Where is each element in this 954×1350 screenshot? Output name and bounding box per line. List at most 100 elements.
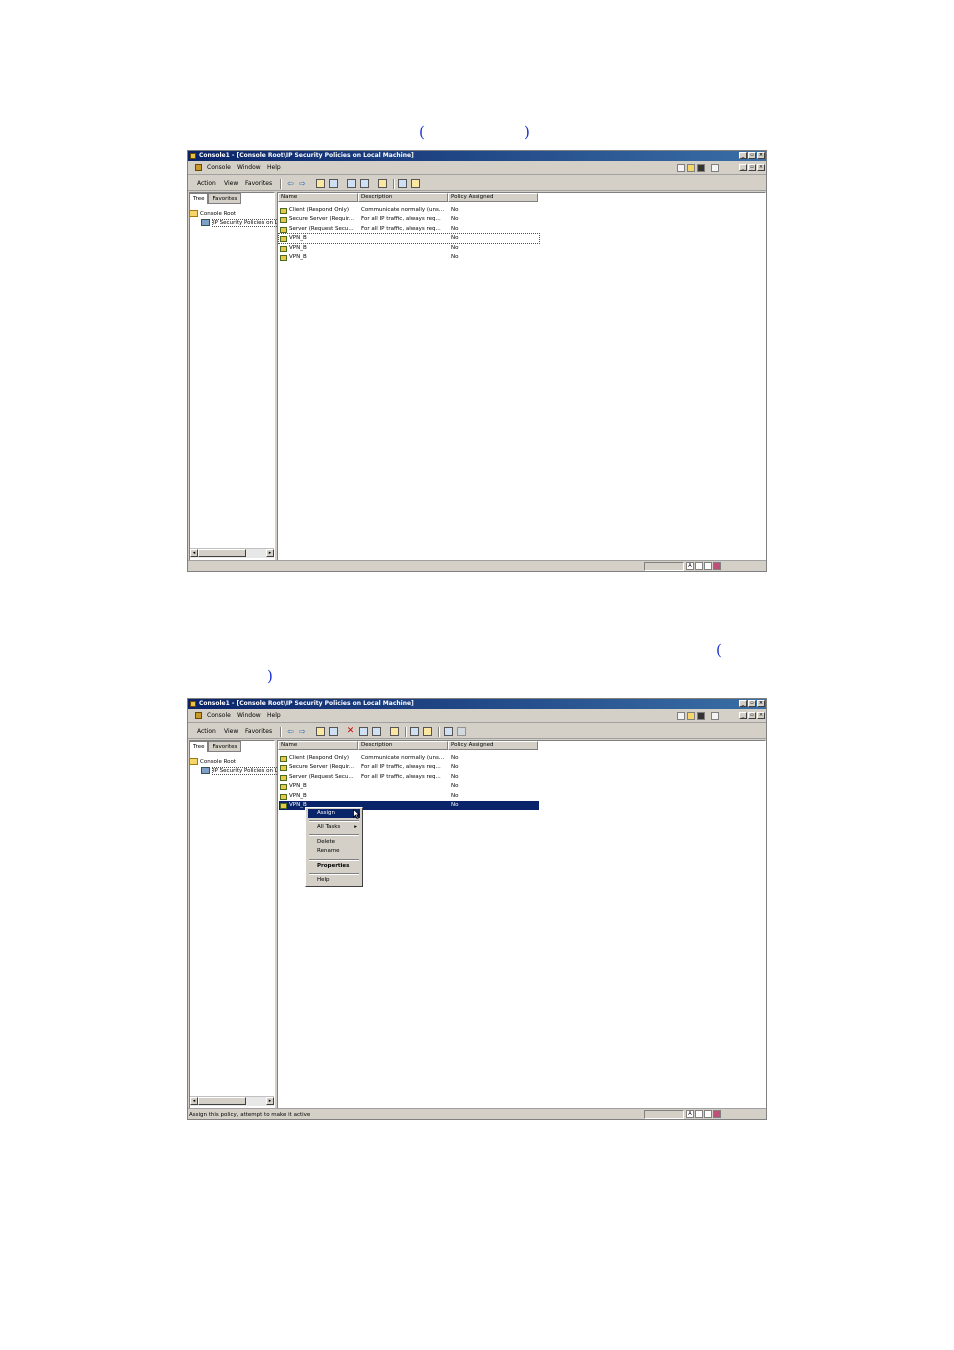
open-folder-icon[interactable] (687, 164, 695, 172)
new-icon[interactable] (677, 712, 685, 720)
tree-node-ip-security[interactable]: IP Security Policies on L (201, 219, 279, 227)
menu-console[interactable]: Console (207, 164, 231, 171)
scroll-right-button[interactable]: ▸ (266, 1097, 274, 1105)
tree-pane (189, 740, 275, 1109)
tree-node-ip-security[interactable]: IP Security Policies on L (201, 767, 279, 775)
help-book-icon[interactable] (390, 727, 399, 736)
menu-favorites[interactable]: Favorites (245, 180, 272, 187)
table-row[interactable]: VPN_B No (279, 244, 539, 253)
add-policy-icon[interactable] (423, 727, 432, 736)
tab-favorites[interactable]: Favorites (208, 193, 242, 204)
close-button[interactable]: × (757, 152, 765, 159)
ime-icon: A (686, 562, 694, 570)
export-list-icon[interactable] (360, 179, 369, 188)
menu-item-properties[interactable]: Properties (308, 862, 360, 871)
mdi-minimize-button[interactable]: _ (739, 712, 747, 719)
tab-tree[interactable]: Tree (189, 193, 209, 204)
minimize-button[interactable]: _ (739, 152, 747, 159)
scroll-thumb[interactable] (198, 1097, 246, 1105)
new-icon[interactable] (677, 164, 685, 172)
mdi-close-button[interactable]: × (757, 712, 765, 719)
menu-item-all-tasks[interactable]: All Tasks ▸ (308, 823, 360, 832)
assign-policy-icon[interactable] (444, 727, 453, 736)
column-header-name[interactable]: Name (278, 193, 358, 202)
tab-favorites[interactable]: Favorites (208, 741, 242, 752)
up-folder-icon[interactable] (316, 179, 325, 188)
menu-favorites[interactable]: Favorites (245, 728, 272, 735)
add-policy-icon[interactable] (411, 179, 420, 188)
tree-node-console-root[interactable]: Console Root (189, 210, 236, 217)
open-folder-icon[interactable] (687, 712, 695, 720)
minimize-button[interactable]: _ (739, 700, 747, 707)
table-row[interactable]: VPN_B No (279, 792, 539, 801)
action-toolbar: Action View Favorites ⇦ ⇨ ✕ (188, 725, 766, 739)
menu-help[interactable]: Help (267, 712, 281, 719)
manage-filter-icon[interactable] (398, 179, 407, 188)
mdi-maximize-button[interactable]: ▫ (748, 712, 756, 719)
properties-icon[interactable] (359, 727, 368, 736)
delete-icon[interactable]: ✕ (346, 727, 355, 736)
back-arrow-icon[interactable]: ⇦ (286, 727, 295, 736)
tree-horizontal-scrollbar[interactable]: ◂ ▸ (190, 548, 274, 558)
maximize-button[interactable]: ▫ (748, 152, 756, 159)
up-folder-icon[interactable] (316, 727, 325, 736)
menu-item-delete[interactable]: Delete (308, 838, 360, 847)
close-button[interactable]: × (757, 700, 765, 707)
menu-help[interactable]: Help (267, 164, 281, 171)
show-tree-icon[interactable] (329, 727, 338, 736)
menu-item-help[interactable]: Help (308, 876, 360, 885)
table-row[interactable]: Server (Request Secu... For all IP traffi… (279, 225, 539, 234)
table-row[interactable]: Secure Server (Requir... For all IP traff… (279, 763, 539, 772)
column-header-name[interactable]: Name (278, 741, 358, 750)
forward-arrow-icon[interactable]: ⇨ (298, 179, 307, 188)
scroll-thumb[interactable] (198, 549, 246, 557)
save-icon[interactable] (697, 712, 705, 720)
menu-console[interactable]: Console (207, 712, 231, 719)
column-header-description[interactable]: Description (358, 193, 448, 202)
console-icon (190, 701, 196, 707)
mdi-close-button[interactable]: × (757, 164, 765, 171)
scroll-left-button[interactable]: ◂ (190, 549, 198, 557)
tab-tree[interactable]: Tree (189, 741, 209, 752)
table-row[interactable]: VPN_B No (279, 782, 539, 791)
policy-icon (280, 255, 287, 261)
manage-filter-icon[interactable] (410, 727, 419, 736)
new-window-icon[interactable] (711, 164, 719, 172)
menu-view[interactable]: View (224, 728, 238, 735)
ime-icon: A (686, 1110, 694, 1118)
properties-icon[interactable] (347, 179, 356, 188)
column-header-description[interactable]: Description (358, 741, 448, 750)
menu-item-rename[interactable]: Rename (308, 847, 360, 856)
table-row[interactable]: Client (Respond Only) Communicate normall… (279, 754, 539, 763)
export-list-icon[interactable] (372, 727, 381, 736)
menu-window[interactable]: Window (237, 164, 261, 171)
mmc-window-before: Console1 - [Console Root\IP Security Pol… (187, 150, 767, 572)
menu-view[interactable]: View (224, 180, 238, 187)
forward-arrow-icon[interactable]: ⇨ (298, 727, 307, 736)
tray-icon (713, 562, 721, 570)
maximize-button[interactable]: ▫ (748, 700, 756, 707)
new-window-icon[interactable] (711, 712, 719, 720)
show-tree-icon[interactable] (329, 179, 338, 188)
tree-node-console-root[interactable]: Console Root (189, 758, 236, 765)
table-row[interactable]: Client (Respond Only) Communicate normall… (279, 206, 539, 215)
unassign-policy-icon[interactable] (457, 727, 466, 736)
menu-window[interactable]: Window (237, 712, 261, 719)
menu-action[interactable]: Action (197, 180, 216, 187)
back-arrow-icon[interactable]: ⇦ (286, 179, 295, 188)
scroll-right-button[interactable]: ▸ (266, 549, 274, 557)
column-header-policy-assigned[interactable]: Policy Assigned (448, 193, 538, 202)
help-book-icon[interactable] (378, 179, 387, 188)
table-row[interactable]: VPN_B No (279, 253, 539, 262)
mdi-maximize-button[interactable]: ▫ (748, 164, 756, 171)
mdi-minimize-button[interactable]: _ (739, 164, 747, 171)
menu-action[interactable]: Action (197, 728, 216, 735)
scroll-left-button[interactable]: ◂ (190, 1097, 198, 1105)
table-row[interactable]: Secure Server (Requir... For all IP traff… (279, 215, 539, 224)
folder-icon (189, 210, 198, 217)
tree-horizontal-scrollbar[interactable]: ◂ ▸ (190, 1096, 274, 1106)
save-icon[interactable] (697, 164, 705, 172)
column-header-policy-assigned[interactable]: Policy Assigned (448, 741, 538, 750)
table-row[interactable]: Server (Request Secu... For all IP traffi… (279, 773, 539, 782)
table-row-focused[interactable]: VPN_B No (278, 233, 540, 244)
